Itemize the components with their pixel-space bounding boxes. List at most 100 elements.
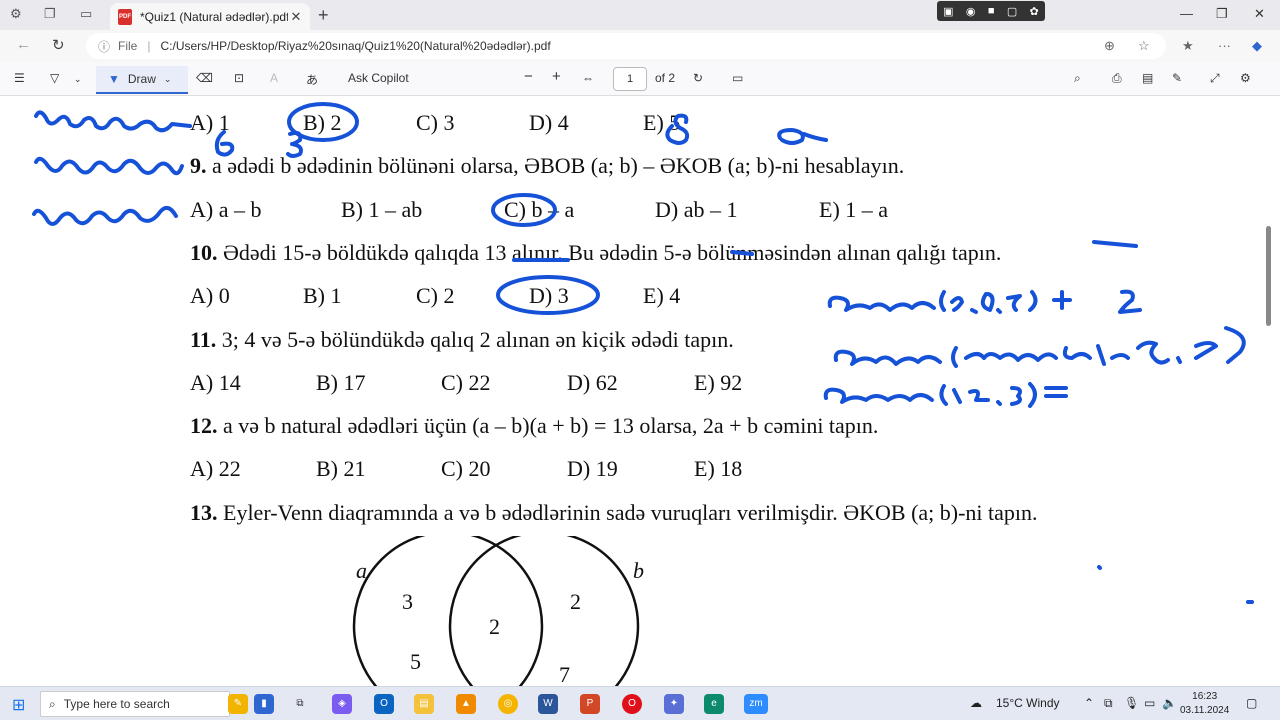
workspaces-icon[interactable]: ❐ <box>44 6 56 22</box>
zoom-icon[interactable]: ⊕ <box>1104 38 1115 54</box>
scrollbar-thumb[interactable] <box>1266 226 1271 326</box>
camera-icon[interactable]: ◉ <box>966 5 976 18</box>
favorite-icon[interactable]: ☆ <box>1138 38 1150 54</box>
ink-note-line-1 <box>827 289 1142 314</box>
url-text: C:/Users/HP/Desktop/Riyaz%20sınaq/Quiz1%… <box>160 39 551 53</box>
ink-scribble-3 <box>32 205 178 226</box>
favorites-list-icon[interactable]: ★ <box>1182 38 1194 54</box>
chrome-icon[interactable]: ◎ <box>498 694 518 714</box>
taskbar-search-text: Type here to search <box>63 697 170 711</box>
app-icon-3[interactable]: ✦ <box>664 694 684 714</box>
refresh-icon[interactable]: ↻ <box>52 36 65 54</box>
tray-chevron-icon[interactable]: ⌃ <box>1084 696 1094 710</box>
app-icon[interactable]: ✎ <box>228 694 248 714</box>
save-as-icon[interactable]: ✎ <box>1172 71 1182 85</box>
maximize-icon[interactable]: ❐ <box>1216 6 1228 22</box>
save-icon[interactable]: ▤ <box>1142 71 1153 85</box>
browser-tab-bar: ⚙ ❐ ▭ PDF *Quiz1 (Natural ədədlər).pdf ✕… <box>0 0 1280 30</box>
read-aloud-icon[interactable]: A <box>270 71 278 85</box>
draw-dropdown-icon[interactable]: ⌄ <box>164 74 172 85</box>
edge-icon[interactable]: e <box>704 694 724 714</box>
clock[interactable]: 16:23 03.11.2024 <box>1180 690 1229 718</box>
zoom-in-icon[interactable]: + <box>552 68 561 85</box>
eraser-icon[interactable]: ⌫ <box>196 71 213 85</box>
settings-icon[interactable]: ✿ <box>1030 5 1039 18</box>
ink-scribble-2 <box>34 156 184 176</box>
tab-actions-icon[interactable]: ▭ <box>80 6 92 22</box>
search-icon[interactable]: ⌕ <box>1074 71 1081 86</box>
ink-annotations <box>32 102 1254 604</box>
ink-three <box>286 130 303 158</box>
new-tab-button[interactable]: + <box>318 5 329 26</box>
search-icon: ⌕ <box>49 696 56 711</box>
zoom-icon[interactable]: zm <box>744 694 768 714</box>
close-window-icon[interactable]: ✕ <box>1254 6 1265 22</box>
ask-copilot-button[interactable]: Ask Copilot <box>348 71 409 85</box>
pen-icon: ▼ <box>108 72 120 86</box>
page-view-icon[interactable]: ▭ <box>732 71 743 85</box>
video-icon[interactable]: ■ <box>988 5 995 17</box>
task-view-icon[interactable]: ⧉ <box>290 694 310 714</box>
more-icon[interactable]: ··· <box>1218 38 1231 53</box>
tab-title: *Quiz1 (Natural ədədlər).pdf <box>140 9 288 24</box>
print-icon[interactable]: ⎙ <box>1112 71 1122 86</box>
weather-text[interactable]: 15°C Windy <box>996 696 1060 710</box>
rotate-icon[interactable]: ↻ <box>693 71 703 85</box>
clock-date: 03.11.2024 <box>1180 705 1230 716</box>
back-icon[interactable]: ← <box>16 36 31 53</box>
notifications-icon[interactable]: ▢ <box>1246 696 1257 710</box>
network-icon[interactable]: ▭ <box>1144 696 1155 710</box>
tray-app-icon[interactable]: ⧉ <box>1104 696 1113 711</box>
copilot-icon[interactable]: ◆ <box>1252 38 1262 54</box>
taskbar-search[interactable]: ⌕ Type here to search <box>40 691 230 717</box>
url-scheme-label: File <box>118 39 138 53</box>
opera-icon[interactable]: O <box>622 694 642 714</box>
file-explorer-icon[interactable]: ▤ <box>414 694 434 714</box>
draw-label: Draw <box>127 72 156 86</box>
ink-strike-5 <box>730 250 754 256</box>
pdf-toolbar: ☰ ▽ ⌄ ▼ Draw ⌄ ⌫ ⊡ A あ Ask Copilot − + ⇔… <box>0 62 1280 96</box>
ink-note-line-3 <box>823 382 1068 408</box>
address-bar[interactable]: ⓘ File | C:/Users/HP/Desktop/Riyaz%20sın… <box>86 33 1166 59</box>
highlight-dropdown-icon[interactable]: ⌄ <box>74 74 82 85</box>
fit-page-icon[interactable]: ⇔ <box>582 71 594 85</box>
copilot-taskbar-icon[interactable]: ◈ <box>332 694 352 714</box>
pdf-file-icon: PDF <box>118 8 132 25</box>
word-icon[interactable]: W <box>538 694 558 714</box>
pdf-settings-icon[interactable]: ⚙ <box>1240 71 1251 85</box>
highlight-icon[interactable]: ▽ <box>50 71 59 85</box>
profile-icon[interactable]: ⚙ <box>10 6 22 22</box>
outlook-icon[interactable]: O <box>374 694 394 714</box>
contents-icon[interactable]: ☰ <box>14 71 25 85</box>
pdf-document-view[interactable]: A) 1 B) 2 C) 3 D) 4 E) 5 9. a ədədi b əd… <box>0 96 1280 686</box>
ink-scribble-1 <box>34 110 192 133</box>
minimize-icon[interactable]: — <box>1180 6 1193 21</box>
page-number-input[interactable]: 1 <box>613 67 647 91</box>
windows-start-icon[interactable]: ⊞ <box>12 695 25 715</box>
vlc-icon[interactable]: ▲ <box>456 694 476 714</box>
fullscreen-icon[interactable]: ⤢ <box>1210 71 1220 86</box>
window-icon[interactable]: ▢ <box>1007 5 1017 18</box>
draw-button[interactable]: ▼ Draw ⌄ <box>96 66 188 94</box>
volume-icon[interactable]: 🔈 <box>1162 696 1177 710</box>
zoom-out-icon[interactable]: − <box>524 68 533 85</box>
ink-note-line-2 <box>833 326 1246 368</box>
powerpoint-icon[interactable]: P <box>580 694 600 714</box>
text-box-icon[interactable]: ⊡ <box>234 71 244 85</box>
microphone-icon[interactable]: 🎙 <box>1124 696 1139 710</box>
zoom-recording-bar: ▣ ◉ ■ ▢ ✿ <box>937 1 1045 21</box>
screenshot-icon[interactable]: ▣ <box>943 5 953 18</box>
clock-time: 16:23 <box>1192 691 1218 702</box>
ink-eight <box>665 113 690 145</box>
weather-icon[interactable]: ☁ <box>970 696 982 710</box>
ink-circle-q10-d <box>496 275 600 315</box>
ink-a-mark <box>777 128 828 145</box>
tab-pdf[interactable]: PDF *Quiz1 (Natural ədədlər).pdf ✕ <box>110 3 310 30</box>
app-icon-2[interactable]: ▮ <box>254 694 274 714</box>
ink-dot-1 <box>1097 565 1102 570</box>
page-total: of 2 <box>655 71 676 85</box>
translate-icon[interactable]: あ <box>306 71 318 88</box>
tab-close-button[interactable]: ✕ <box>288 9 304 25</box>
url-separator: | <box>147 39 151 53</box>
ink-overline <box>1092 240 1138 248</box>
